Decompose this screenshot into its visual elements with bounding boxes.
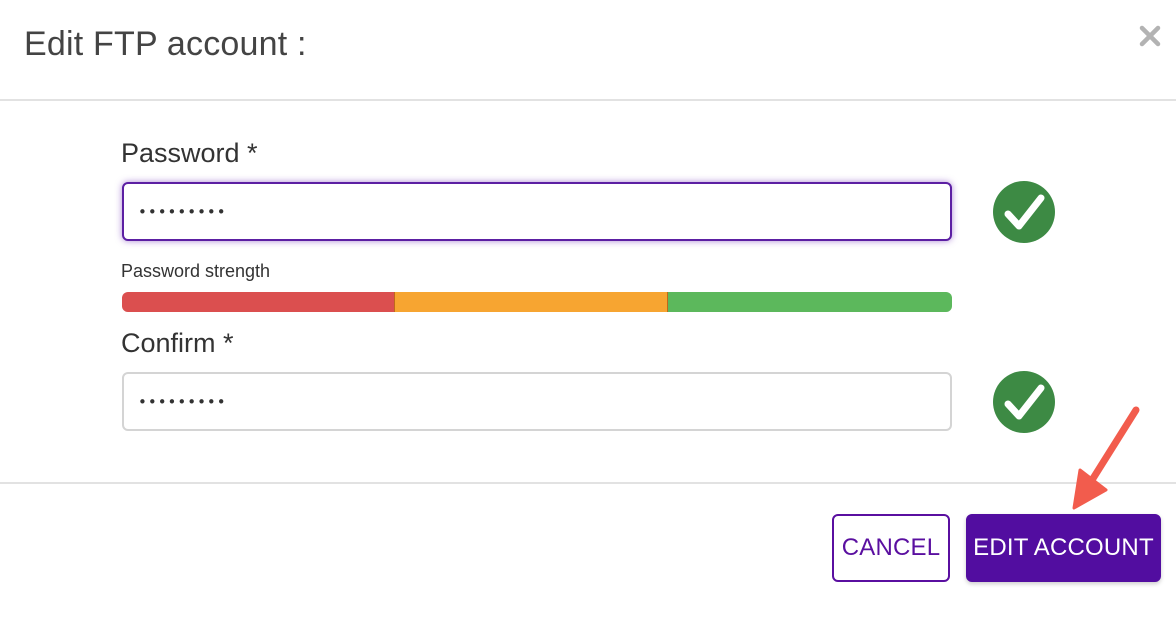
confirm-password-input[interactable] (122, 372, 952, 431)
password-label: Password * (121, 138, 258, 168)
strength-segment-strong (668, 292, 952, 312)
password-strength-meter (122, 292, 952, 312)
password-strength-label: Password strength (121, 261, 271, 281)
strength-segment-weak (122, 292, 395, 312)
edit-account-button[interactable]: EDIT ACCOUNT (966, 514, 1161, 582)
modal-header: Edit FTP account : (0, 0, 1176, 101)
modal-title: Edit FTP account : (24, 25, 307, 63)
annotation-arrow-icon (1072, 406, 1140, 510)
check-circle-icon (993, 371, 1055, 433)
password-input[interactable] (122, 182, 952, 241)
cancel-button[interactable]: CANCEL (832, 514, 950, 582)
edit-ftp-account-modal: Edit FTP account : Password * Password s… (0, 0, 1176, 626)
strength-segment-medium (395, 292, 668, 312)
close-icon (1139, 25, 1161, 47)
footer-divider (0, 482, 1176, 484)
confirm-label: Confirm * (121, 328, 234, 358)
check-circle-icon (993, 181, 1055, 243)
close-button[interactable] (1138, 24, 1162, 48)
